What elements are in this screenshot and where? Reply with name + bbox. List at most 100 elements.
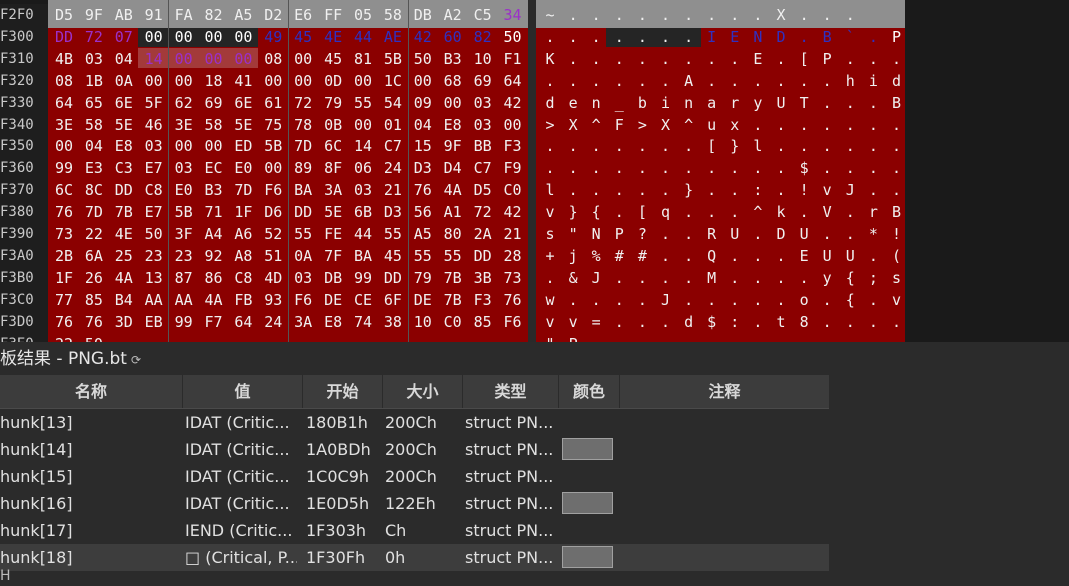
ascii-char[interactable]: .	[539, 26, 561, 48]
hex-byte[interactable]: E0	[172, 179, 196, 201]
ascii-char[interactable]: .	[886, 135, 908, 157]
ascii-char[interactable]: y	[747, 92, 769, 114]
hex-byte[interactable]: 15	[411, 135, 435, 157]
ascii-char[interactable]: .	[701, 48, 723, 70]
ascii-char[interactable]: .	[770, 157, 792, 179]
hex-byte[interactable]: 69	[202, 92, 226, 114]
ascii-char[interactable]: d	[886, 70, 908, 92]
ascii-char[interactable]: a	[701, 92, 723, 114]
hex-byte[interactable]: D3	[381, 201, 405, 223]
hex-byte[interactable]: DE	[411, 289, 435, 311]
ascii-char[interactable]: .	[678, 223, 700, 245]
hex-byte[interactable]: 55	[381, 223, 405, 245]
ascii-char[interactable]: .	[631, 70, 653, 92]
ascii-char[interactable]: x	[724, 114, 746, 136]
hex-byte[interactable]: 4A	[202, 289, 226, 311]
ascii-char[interactable]: .	[816, 92, 838, 114]
hex-byte[interactable]: C7	[471, 157, 495, 179]
ascii-char[interactable]: .	[862, 26, 884, 48]
hex-byte[interactable]: 60	[441, 26, 465, 48]
hex-byte[interactable]: ED	[231, 135, 255, 157]
ascii-char[interactable]: .	[793, 70, 815, 92]
hex-byte[interactable]: 3F	[172, 223, 196, 245]
ascii-char[interactable]: .	[724, 289, 746, 311]
ascii-char[interactable]: M	[701, 267, 723, 289]
ascii-char[interactable]: v	[816, 179, 838, 201]
ascii-char[interactable]: [	[793, 48, 815, 70]
hex-byte[interactable]: FE	[321, 223, 345, 245]
ascii-char[interactable]: &	[562, 267, 584, 289]
hex-byte[interactable]: AA	[172, 289, 196, 311]
hex-byte[interactable]: 00	[411, 70, 435, 92]
hex-byte[interactable]: 5B	[261, 135, 285, 157]
ascii-char[interactable]: .	[562, 4, 584, 26]
hex-byte[interactable]: 00	[351, 70, 375, 92]
hex-byte[interactable]: 7D	[291, 135, 315, 157]
ascii-char[interactable]: J	[655, 289, 677, 311]
ascii-char[interactable]: .	[839, 135, 861, 157]
ascii-char[interactable]: .	[608, 311, 630, 333]
ascii-char[interactable]: .	[585, 4, 607, 26]
ascii-char[interactable]: .	[608, 4, 630, 26]
ascii-char[interactable]: .	[701, 201, 723, 223]
ascii-char[interactable]: r	[862, 201, 884, 223]
hex-byte[interactable]: 13	[142, 267, 166, 289]
hex-byte[interactable]: 00	[501, 114, 525, 136]
hex-byte[interactable]: EB	[142, 311, 166, 333]
hex-byte[interactable]: 99	[172, 311, 196, 333]
hex-byte[interactable]: 3A	[321, 179, 345, 201]
ascii-char[interactable]: v	[562, 311, 584, 333]
hex-byte[interactable]: 05	[351, 4, 375, 26]
ascii-char[interactable]: .	[701, 289, 723, 311]
hex-byte[interactable]: 64	[231, 311, 255, 333]
ascii-char[interactable]: .	[839, 114, 861, 136]
ascii-char[interactable]: .	[816, 311, 838, 333]
hex-byte[interactable]: 24	[261, 311, 285, 333]
hex-byte[interactable]: C8	[231, 267, 255, 289]
ascii-char[interactable]: P	[608, 223, 630, 245]
hex-byte[interactable]: 2B	[52, 245, 76, 267]
ascii-char[interactable]: .	[816, 114, 838, 136]
hex-byte[interactable]: 58	[381, 4, 405, 26]
hex-byte[interactable]: FB	[231, 289, 255, 311]
hex-byte[interactable]: F1	[501, 48, 525, 70]
hex-byte[interactable]: DB	[411, 4, 435, 26]
hex-byte[interactable]: AE	[381, 26, 405, 48]
ascii-char[interactable]: .	[747, 114, 769, 136]
hex-byte[interactable]: 00	[142, 70, 166, 92]
hex-byte[interactable]: 00	[172, 135, 196, 157]
ascii-char[interactable]: .	[655, 267, 677, 289]
hex-byte[interactable]: 86	[202, 267, 226, 289]
hex-byte[interactable]: 44	[351, 26, 375, 48]
hex-byte[interactable]: E8	[441, 114, 465, 136]
hex-byte[interactable]: BA	[291, 179, 315, 201]
hex-byte[interactable]: EC	[202, 157, 226, 179]
ascii-char[interactable]: .	[724, 157, 746, 179]
hex-byte[interactable]: 87	[172, 267, 196, 289]
ascii-char[interactable]: .	[562, 157, 584, 179]
hex-byte[interactable]: 2A	[471, 223, 495, 245]
hex-byte[interactable]: 72	[291, 92, 315, 114]
hex-byte[interactable]: F7	[202, 311, 226, 333]
ascii-char[interactable]: I	[701, 26, 723, 48]
hex-byte[interactable]: F6	[291, 289, 315, 311]
ascii-char[interactable]: .	[793, 135, 815, 157]
hex-byte[interactable]: C3	[112, 157, 136, 179]
ascii-char[interactable]: U	[724, 223, 746, 245]
ascii-char[interactable]: v	[886, 289, 908, 311]
hex-byte[interactable]: 34	[501, 4, 525, 26]
hex-byte[interactable]: 93	[261, 289, 285, 311]
ascii-char[interactable]: .	[862, 135, 884, 157]
hex-byte[interactable]: 5B	[172, 201, 196, 223]
hex-byte[interactable]: 50	[501, 26, 525, 48]
column-header-start[interactable]: 开始	[303, 375, 383, 408]
ascii-char[interactable]: .	[839, 311, 861, 333]
ascii-char[interactable]: .	[585, 70, 607, 92]
hex-byte[interactable]: 50	[82, 333, 106, 343]
hex-byte[interactable]: 74	[351, 311, 375, 333]
ascii-char[interactable]: .	[655, 135, 677, 157]
ascii-char[interactable]: U	[770, 92, 792, 114]
hex-byte[interactable]: 79	[321, 92, 345, 114]
hex-byte[interactable]: E6	[291, 4, 315, 26]
hex-byte[interactable]: DD	[112, 179, 136, 201]
